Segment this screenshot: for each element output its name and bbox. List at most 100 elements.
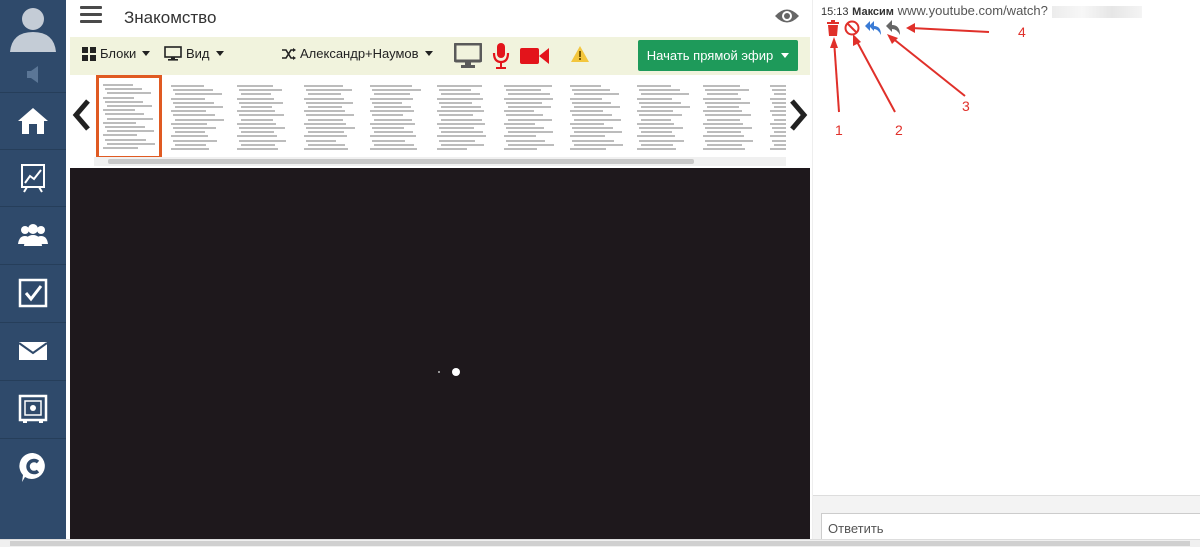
thumbnail-text-line [303, 135, 347, 138]
volume-toggle[interactable] [0, 58, 66, 92]
thumbnail-text-line [305, 101, 353, 104]
slides-scrollbar-thumb[interactable] [108, 159, 694, 164]
thumbnail-text-line [636, 110, 673, 113]
thumbnail-text-line [638, 101, 681, 104]
thumbnail-text-line [707, 106, 740, 108]
view-label: Вид [186, 46, 210, 61]
chevron-down-icon [142, 51, 151, 56]
thumbnail-text-line [174, 93, 222, 96]
annotation-label-2: 2 [895, 122, 903, 138]
slide-thumbnail[interactable] [366, 79, 425, 153]
loading-indicator-dot [438, 371, 440, 373]
thumbnail-text-line [374, 131, 414, 134]
thumbnail-text-line [374, 106, 412, 108]
thumbnail-text-line [237, 85, 274, 87]
thumbnail-text-line [640, 118, 671, 121]
thumbnail-text-line [174, 131, 205, 134]
sidebar-item-tasks[interactable] [0, 264, 66, 320]
thumbnail-text-line [772, 101, 786, 104]
eye-icon [775, 9, 799, 23]
chart-icon [21, 163, 45, 193]
slide-thumbnail[interactable] [632, 79, 691, 153]
slide-thumbnail[interactable] [166, 79, 225, 153]
loading-indicator [452, 368, 460, 376]
annotation-label-4: 4 [1018, 24, 1026, 40]
monitor-icon [164, 46, 182, 61]
slide-thumbnails [94, 75, 786, 157]
camera-button[interactable] [520, 46, 550, 66]
thumbnail-text-line [241, 106, 273, 108]
sidebar-item-users[interactable] [0, 206, 66, 262]
page-horizontal-scrollbar[interactable] [0, 539, 1200, 547]
thumbnail-text-line [707, 118, 741, 121]
visibility-toggle-button[interactable] [774, 6, 800, 26]
page-scrollbar-thumb[interactable] [10, 541, 1190, 546]
thumbnail-text-line [570, 85, 602, 87]
chat-panel: 15:13 Максим www.youtube.com/watch? 1 2 … [812, 0, 1200, 543]
slide-thumbnail[interactable] [96, 75, 162, 157]
video-player[interactable] [70, 168, 810, 539]
message-author[interactable]: Максим [852, 6, 894, 18]
thumbnail-text-line [703, 110, 743, 113]
chevron-down-icon [424, 51, 433, 56]
slide-thumbnail[interactable] [499, 79, 558, 153]
sidebar-item-stats[interactable] [0, 149, 66, 205]
thumbnail-text-line [372, 127, 405, 129]
sidebar-item-chat[interactable] [0, 438, 66, 494]
thumbnail-text-line [239, 101, 284, 104]
thumbnail-text-line [640, 93, 689, 96]
thumbnail-text-line [636, 148, 676, 150]
thumbnail-text-line [705, 127, 753, 129]
slides-next-button[interactable] [786, 95, 810, 135]
thumbnail-text-line [770, 122, 786, 125]
thumbnail-text-line [574, 118, 622, 121]
slide-thumbnail[interactable] [299, 79, 358, 153]
thumbnail-text-line [437, 97, 483, 100]
thumbnail-text-line [105, 113, 144, 116]
mail-icon [18, 341, 48, 360]
slide-thumbnail[interactable] [233, 79, 292, 153]
thumbnail-text-line [439, 114, 473, 117]
broadcast-label: Начать прямой эфир [646, 48, 774, 63]
warning-indicator[interactable] [570, 45, 590, 63]
thumbnail-text-line [705, 114, 752, 117]
thumbnail-text-line [439, 127, 474, 129]
thumbnail-text-line [507, 143, 554, 146]
slide-thumbnail[interactable] [433, 79, 491, 153]
hamburger-menu-button[interactable] [80, 6, 102, 28]
thumbnail-text-line [774, 106, 786, 108]
volume-icon [27, 66, 38, 83]
slides-scrollbar[interactable] [94, 157, 786, 166]
start-broadcast-button[interactable]: Начать прямой эфир [638, 40, 798, 71]
users-dropdown[interactable]: Александр+Наумов [282, 46, 433, 61]
blocks-dropdown[interactable]: Блоки [82, 46, 151, 61]
sidebar-item-safe[interactable] [0, 380, 66, 436]
thumbnail-text-line [237, 135, 278, 138]
screen-icon [453, 42, 483, 68]
thumbnail-text-line [370, 85, 413, 87]
slide-thumbnail[interactable] [566, 79, 625, 153]
thumbnail-text-line [170, 148, 209, 150]
thumbnail-text-line [770, 135, 786, 138]
users-label: Александр+Наумов [300, 46, 419, 61]
chevron-down-icon [215, 51, 224, 56]
thumbnail-text-line [107, 92, 151, 95]
thumbnail-text-line [437, 110, 484, 113]
sidebar-item-mail[interactable] [0, 322, 66, 378]
view-dropdown[interactable]: Вид [164, 46, 224, 61]
slides-prev-button[interactable] [70, 95, 94, 135]
screen-share-button[interactable] [453, 42, 483, 69]
thumbnail-text-line [505, 89, 541, 92]
thumbnail-text-line [439, 89, 471, 92]
sidebar-item-home[interactable] [0, 92, 66, 148]
user-avatar[interactable] [0, 0, 66, 58]
slide-thumbnail[interactable] [699, 79, 758, 153]
thumbnail-text-line [437, 122, 485, 125]
thumbnail-text-line [241, 93, 272, 96]
message-text[interactable]: www.youtube.com/watch? [898, 3, 1048, 18]
microphone-button[interactable] [492, 42, 510, 70]
slide-thumbnail[interactable] [766, 79, 786, 153]
thumbnail-text-line [441, 118, 482, 121]
chevron-right-icon [790, 99, 808, 131]
thumbnail-text-line [570, 122, 605, 125]
